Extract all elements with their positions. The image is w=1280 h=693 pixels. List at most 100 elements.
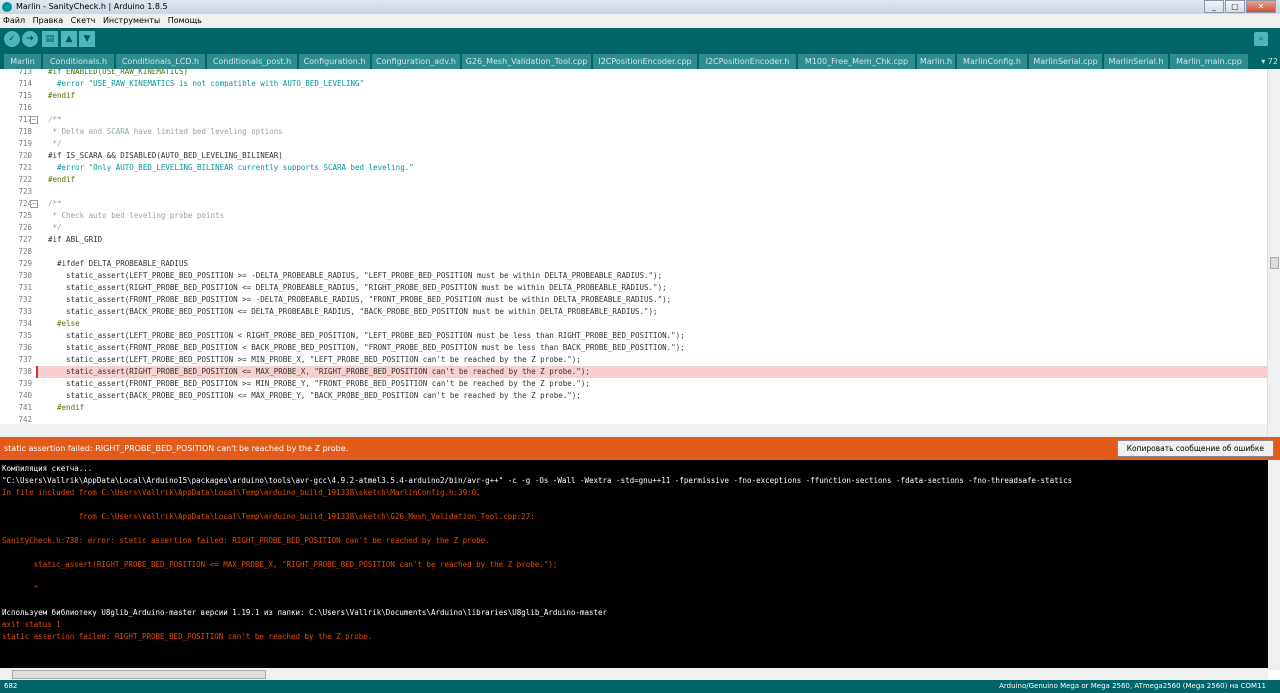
console-line: In file included from C:\Users\Vallrik\A… bbox=[2, 488, 481, 497]
console-line: "C:\Users\Vallrik\AppData\Local\Arduino1… bbox=[2, 476, 1073, 485]
tab-conditionals-lcd[interactable]: Conditionals_LCD.h bbox=[116, 54, 205, 69]
console-horizontal-scrollbar[interactable] bbox=[0, 668, 1268, 680]
maximize-icon[interactable]: □ bbox=[1225, 0, 1245, 13]
status-bar: 682 Arduino/Genuino Mega or Mega 2560, A… bbox=[0, 680, 1280, 693]
save-sketch-button[interactable]: ▼ bbox=[79, 31, 95, 47]
tab-marlin[interactable]: Marlin bbox=[4, 54, 41, 69]
open-sketch-button[interactable]: ▲ bbox=[61, 31, 77, 47]
code-line: static_assert(BACK_PROBE_BED_POSITION <=… bbox=[48, 307, 658, 316]
menu-file[interactable]: Файл bbox=[3, 16, 25, 25]
code-line: static_assert(FRONT_PROBE_BED_POSITION <… bbox=[48, 343, 685, 352]
fold-toggle-icon[interactable]: − bbox=[30, 116, 38, 124]
code-line: static_assert(FRONT_PROBE_BED_POSITION >… bbox=[48, 379, 590, 388]
tab-marlin-serial-cpp[interactable]: MarlinSerial.cpp bbox=[1029, 54, 1102, 69]
console-line: from C:\Users\Vallrik\AppData\Local\Temp… bbox=[2, 512, 535, 521]
console-line: Используем библиотеку U8glib_Arduino-mas… bbox=[2, 608, 608, 617]
line-number: 730 bbox=[18, 271, 32, 280]
menu-tools[interactable]: Инструменты bbox=[103, 16, 160, 25]
menu-edit[interactable]: Правка bbox=[33, 16, 63, 25]
line-number: 718 bbox=[18, 127, 32, 136]
line-number: 735 bbox=[18, 331, 32, 340]
code-line: static_assert(RIGHT_PROBE_BED_POSITION <… bbox=[48, 367, 590, 376]
console-output[interactable]: Компиляция скетча... "C:\Users\Vallrik\Ap… bbox=[0, 460, 1268, 670]
console-line: exit status 1 bbox=[2, 620, 61, 629]
editor-horizontal-scrollbar[interactable] bbox=[0, 424, 1268, 437]
close-icon[interactable]: ✕ bbox=[1246, 0, 1276, 13]
line-number: 739 bbox=[18, 379, 32, 388]
console-line: static_assert(RIGHT_PROBE_BED_POSITION <… bbox=[2, 560, 558, 569]
code-line: * Delta and SCARA have limited bed level… bbox=[48, 127, 283, 136]
menu-help[interactable]: Помощь bbox=[168, 16, 202, 25]
code-line: static_assert(RIGHT_PROBE_BED_POSITION <… bbox=[48, 283, 667, 292]
code-line: * Check auto bed leveling probe points bbox=[48, 211, 225, 220]
tab-g26-mesh[interactable]: G26_Mesh_Validation_Tool.cpp bbox=[462, 54, 591, 69]
window-controls: _ □ ✕ bbox=[1203, 0, 1276, 13]
file-tabs: Marlin Conditionals.h Conditionals_LCD.h… bbox=[0, 52, 1280, 69]
tab-conditionals[interactable]: Conditionals.h bbox=[43, 54, 114, 69]
line-number: 740 bbox=[18, 391, 32, 400]
tabs-menu-button[interactable]: ▾ 72 bbox=[1261, 54, 1278, 69]
code-line: /** bbox=[48, 115, 62, 124]
line-number: 721 bbox=[18, 163, 32, 172]
line-number: 738 bbox=[18, 367, 32, 376]
console-line: ^ bbox=[2, 584, 39, 593]
tab-i2c-encoder-h[interactable]: I2CPositionEncoder.h bbox=[699, 54, 796, 69]
line-number: 741 bbox=[18, 403, 32, 412]
serial-monitor-button[interactable]: ⌕ bbox=[1254, 32, 1268, 46]
tab-configuration[interactable]: Configuration.h bbox=[299, 54, 370, 69]
code-line: #else bbox=[48, 319, 80, 328]
tab-configuration-adv[interactable]: Configuration_adv.h bbox=[372, 54, 460, 69]
code-line: #if ABL_GRID bbox=[48, 235, 103, 244]
new-sketch-button[interactable]: ▤ bbox=[42, 31, 58, 47]
editor-vertical-scrollbar[interactable] bbox=[1267, 69, 1280, 437]
copy-error-button[interactable]: Копировать сообщение об ошибке bbox=[1116, 440, 1274, 457]
line-number: 720 bbox=[18, 151, 32, 160]
line-number: 732 bbox=[18, 295, 32, 304]
code-line: #error "Only AUTO_BED_LEVELING_BILINEAR … bbox=[48, 163, 414, 172]
arduino-logo-icon bbox=[2, 2, 12, 12]
code-line: #error "USE_RAW_KINEMATICS is not compat… bbox=[48, 79, 365, 88]
line-number: 734 bbox=[18, 319, 32, 328]
toolbar: ✓ ➜ ▤ ▲ ▼ ⌕ bbox=[0, 28, 1280, 52]
code-line: #if ENABLED(USE_RAW_KINEMATICS) bbox=[48, 69, 188, 76]
console-vertical-scrollbar[interactable] bbox=[1268, 460, 1280, 670]
menu-sketch[interactable]: Скетч bbox=[71, 16, 96, 25]
line-number: 716 bbox=[18, 103, 32, 112]
line-number: 727 bbox=[18, 235, 32, 244]
fold-toggle-icon[interactable]: − bbox=[30, 200, 38, 208]
line-number: 725 bbox=[18, 211, 32, 220]
line-number: 715 bbox=[18, 91, 32, 100]
verify-button[interactable]: ✓ bbox=[4, 31, 20, 47]
line-number: 713 bbox=[18, 69, 32, 76]
tab-conditionals-post[interactable]: Conditionals_post.h bbox=[207, 54, 297, 69]
error-message: static assertion failed: RIGHT_PROBE_BED… bbox=[4, 444, 349, 453]
line-number: 717 bbox=[18, 115, 32, 124]
line-number: 722 bbox=[18, 175, 32, 184]
line-number: 726 bbox=[18, 223, 32, 232]
line-number: 736 bbox=[18, 343, 32, 352]
tab-marlin-serial-h[interactable]: MarlinSerial.h bbox=[1104, 54, 1168, 69]
line-number: 733 bbox=[18, 307, 32, 316]
console-scroll-thumb[interactable] bbox=[12, 670, 266, 679]
board-info: Arduino/Genuino Mega or Mega 2560, ATmeg… bbox=[999, 682, 1266, 690]
code-line: /** bbox=[48, 199, 62, 208]
code-line: static_assert(BACK_PROBE_BED_POSITION <=… bbox=[48, 391, 581, 400]
editor-scroll-thumb[interactable] bbox=[1270, 257, 1279, 269]
line-number: 729 bbox=[18, 259, 32, 268]
tab-i2c-encoder-cpp[interactable]: I2CPositionEncoder.cpp bbox=[593, 54, 697, 69]
upload-button[interactable]: ➜ bbox=[22, 31, 38, 47]
tab-m100-free-mem[interactable]: M100_Free_Mem_Chk.cpp bbox=[798, 54, 915, 69]
code-line: #endif bbox=[48, 91, 76, 100]
minimize-icon[interactable]: _ bbox=[1204, 0, 1224, 13]
window-title: Marlin - SanityCheck.h | Arduino 1.8.5 bbox=[16, 2, 168, 11]
tab-marlin-main[interactable]: Marlin_main.cpp bbox=[1170, 54, 1248, 69]
code-line: #endif bbox=[48, 175, 76, 184]
tab-marlin-h[interactable]: Marlin.h bbox=[917, 54, 955, 69]
tab-marlin-config[interactable]: MarlinConfig.h bbox=[957, 54, 1027, 69]
line-number: 728 bbox=[18, 247, 32, 256]
code-line: #endif bbox=[48, 403, 85, 412]
code-line: */ bbox=[48, 223, 62, 232]
code-editor[interactable]: 713 #if ENABLED(USE_RAW_KINEMATICS) 714 #e… bbox=[0, 69, 1268, 437]
code-line: static_assert(FRONT_PROBE_BED_POSITION >… bbox=[48, 295, 672, 304]
line-number: 724 bbox=[18, 199, 32, 208]
